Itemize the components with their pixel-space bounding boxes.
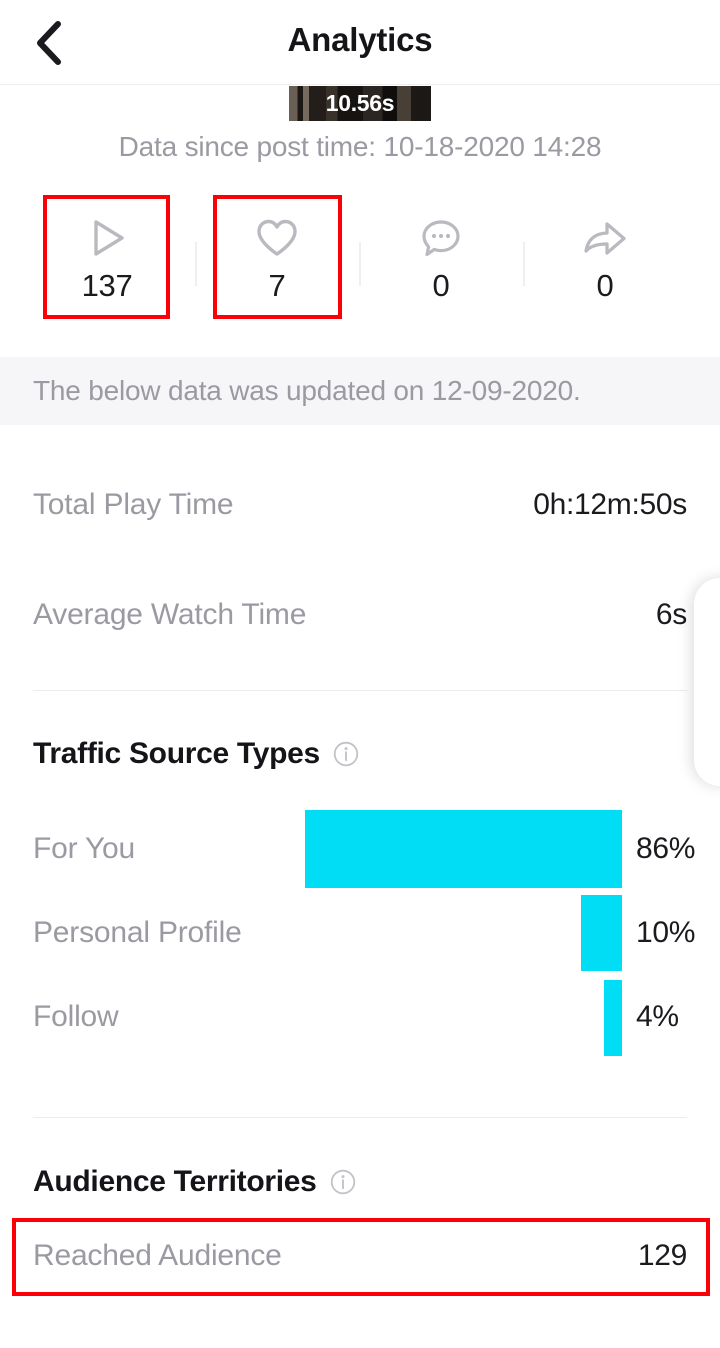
update-banner: The below data was updated on 12-09-2020… bbox=[0, 357, 720, 425]
bar-label-for-you: For You bbox=[33, 832, 136, 865]
stat-shares[interactable]: 0 bbox=[541, 195, 669, 319]
video-thumbnail[interactable]: 10.56s bbox=[289, 86, 431, 121]
bar-for-you bbox=[305, 810, 622, 888]
post-time-label: Data since post time: 10-18-2020 14:28 bbox=[118, 131, 602, 162]
stat-likes-value: 7 bbox=[268, 268, 286, 303]
stat-divider-3 bbox=[523, 242, 525, 286]
bar-value-follow: 4% bbox=[636, 1000, 679, 1033]
stat-likes[interactable]: 7 bbox=[213, 195, 341, 319]
bar-label-follow: Follow bbox=[33, 1000, 119, 1033]
info-icon[interactable] bbox=[333, 741, 359, 767]
audience-territories-heading: Audience Territories bbox=[33, 1165, 356, 1199]
audience-territories-title: Audience Territories bbox=[33, 1165, 317, 1198]
analytics-screen: Analytics 10.56s Data since post time: 1… bbox=[0, 0, 720, 1348]
floating-side-panel[interactable] bbox=[694, 578, 720, 786]
stat-shares-value: 0 bbox=[596, 268, 614, 303]
app-header: Analytics bbox=[0, 0, 720, 85]
metric-label: Average Watch Time bbox=[33, 598, 307, 631]
bar-follow bbox=[604, 980, 622, 1056]
metric-row-total-play-time: Total Play Time 0h:12m:50s bbox=[0, 488, 720, 544]
share-icon bbox=[579, 210, 631, 266]
play-icon bbox=[82, 210, 132, 266]
update-banner-text: The below data was updated on 12-09-2020… bbox=[33, 375, 581, 406]
traffic-source-title: Traffic Source Types bbox=[33, 737, 320, 770]
reached-audience-label: Reached Audience bbox=[33, 1239, 282, 1272]
stat-comments[interactable]: 0 bbox=[377, 195, 505, 319]
metric-label: Total Play Time bbox=[33, 488, 234, 521]
metric-row-reached-audience: Reached Audience 129 bbox=[0, 1239, 720, 1295]
bar-personal-profile bbox=[581, 895, 622, 971]
metric-row-average-watch-time: Average Watch Time 6s bbox=[0, 598, 720, 654]
metric-value: 6s bbox=[655, 598, 687, 631]
info-icon[interactable] bbox=[330, 1169, 356, 1195]
stat-comments-value: 0 bbox=[432, 268, 450, 303]
engagement-stats-row: 137 7 0 0 bbox=[0, 195, 720, 319]
reached-audience-value: 129 bbox=[637, 1239, 687, 1272]
stat-divider-2 bbox=[359, 242, 361, 286]
page-title: Analytics bbox=[287, 21, 433, 58]
stat-divider-1 bbox=[195, 242, 197, 286]
bar-value-personal-profile: 10% bbox=[636, 916, 696, 949]
heart-icon bbox=[252, 210, 302, 266]
comment-icon bbox=[416, 210, 466, 266]
bar-value-for-you: 86% bbox=[636, 832, 696, 865]
stat-plays-value: 137 bbox=[81, 268, 133, 303]
stat-plays[interactable]: 137 bbox=[43, 195, 171, 319]
metric-value: 0h:12m:50s bbox=[533, 488, 687, 521]
traffic-source-heading: Traffic Source Types bbox=[33, 737, 359, 771]
section-divider-2 bbox=[33, 1117, 687, 1118]
video-duration-label: 10.56s bbox=[325, 90, 395, 116]
section-divider-1 bbox=[33, 690, 687, 691]
bar-label-personal-profile: Personal Profile bbox=[33, 916, 242, 949]
